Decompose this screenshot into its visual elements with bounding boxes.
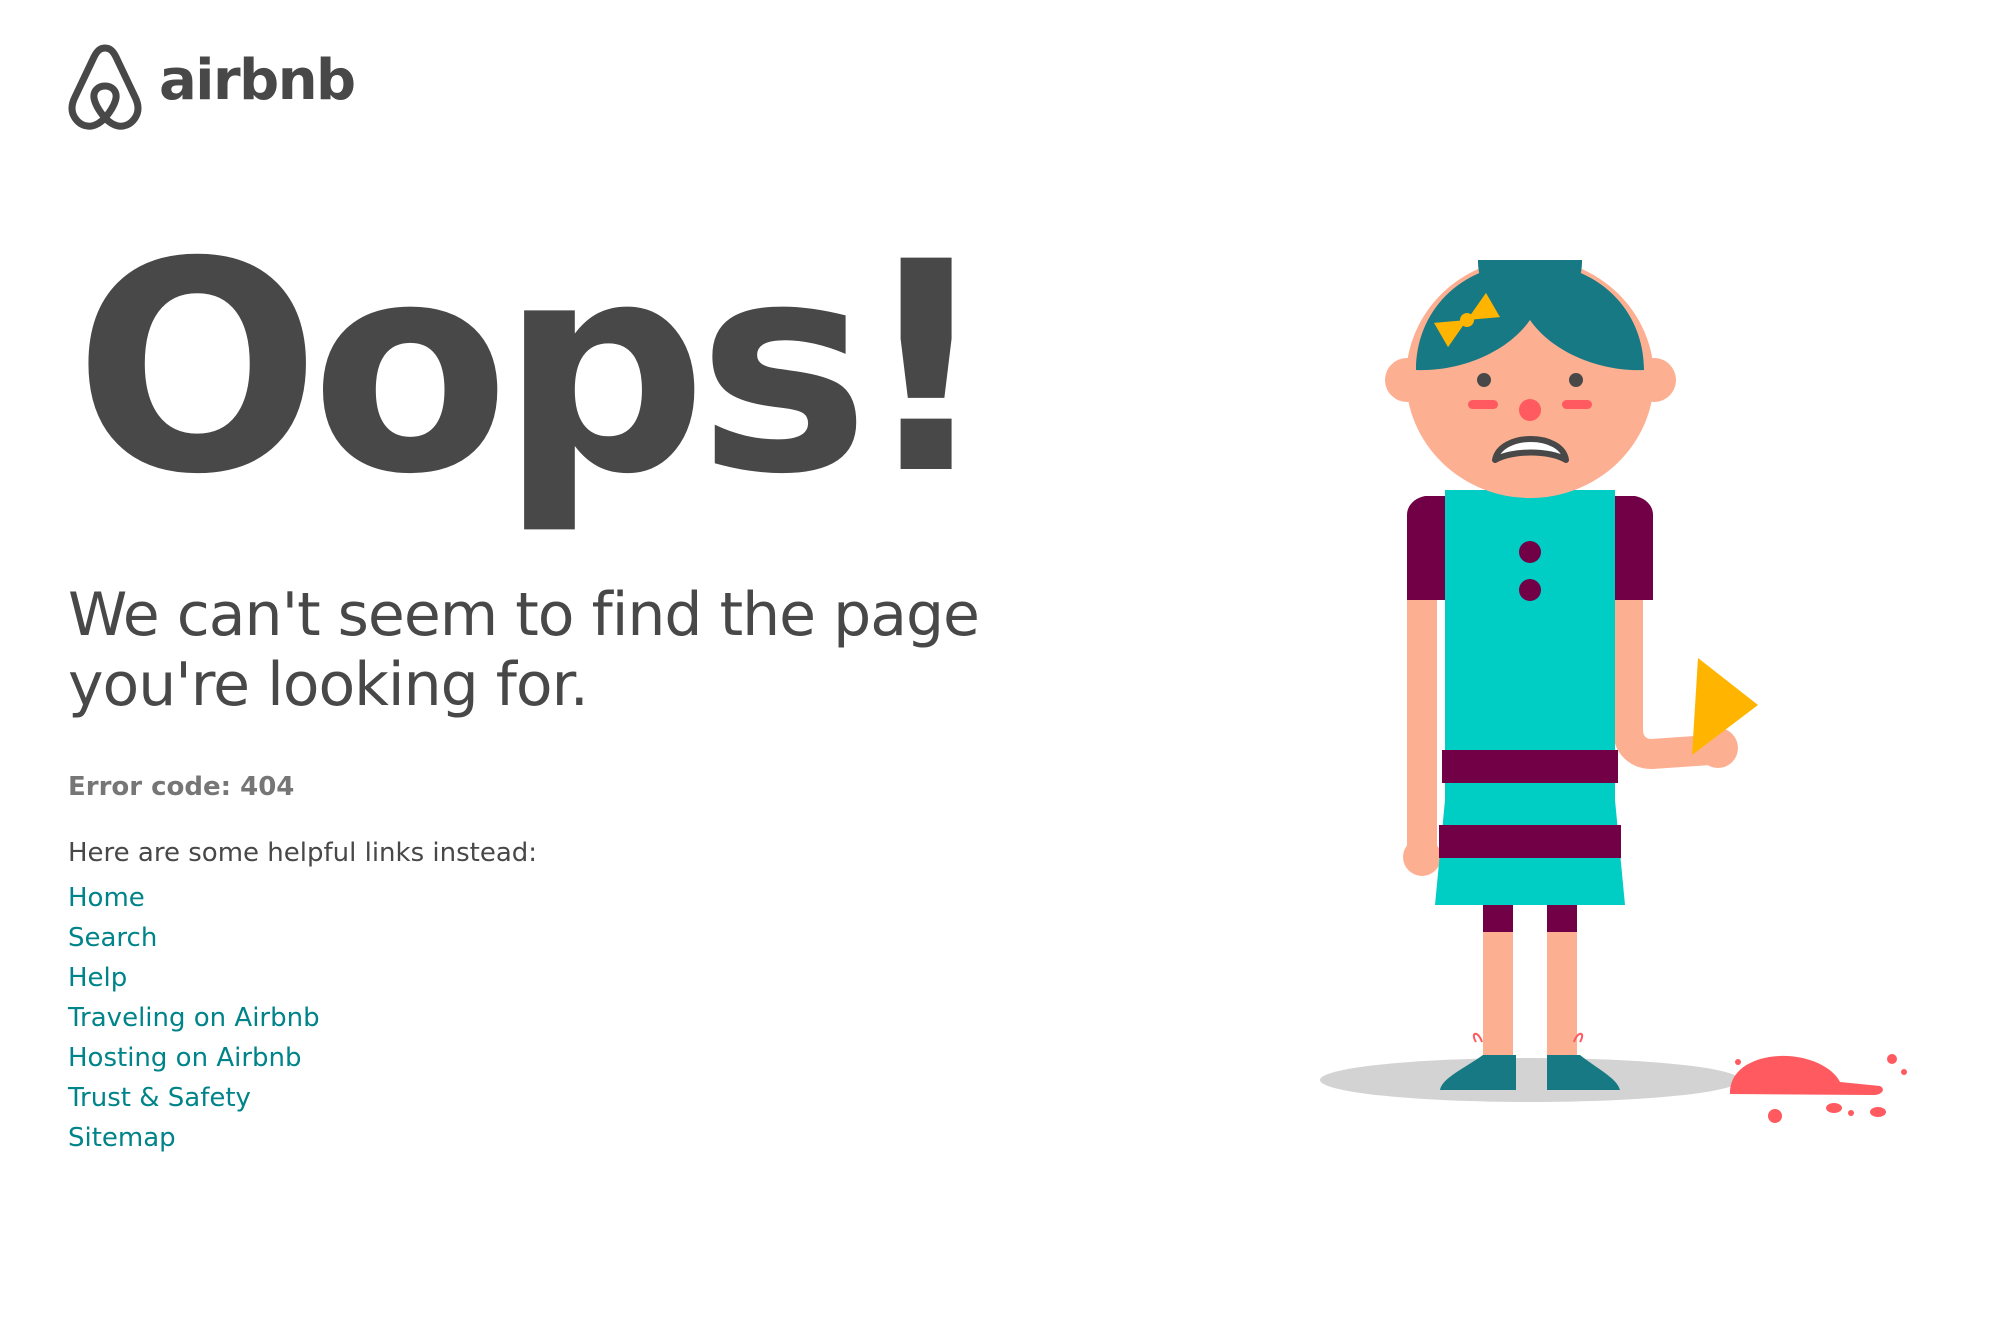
sad-girl-dropped-ice-cream-illustration: [1320, 260, 1907, 1123]
airbnb-belo-icon: [68, 44, 142, 130]
help-link[interactable]: Help: [68, 963, 127, 993]
sitemap-link[interactable]: Sitemap: [68, 1123, 176, 1153]
list-item: Traveling on Airbnb: [68, 998, 320, 1038]
list-item: Search: [68, 918, 320, 958]
list-item: Trust & Safety: [68, 1078, 320, 1118]
trust-and-safety-link[interactable]: Trust & Safety: [68, 1083, 251, 1113]
list-item: Sitemap: [68, 1118, 320, 1158]
nose: [1519, 399, 1541, 421]
left-blush: [1468, 400, 1498, 409]
helpful-links-intro: Here are some helpful links instead:: [68, 838, 538, 868]
dress-button: [1519, 541, 1541, 563]
left-eye: [1477, 373, 1491, 387]
left-arm: [1407, 560, 1437, 860]
dress-button: [1519, 579, 1541, 601]
right-blush: [1562, 400, 1592, 409]
home-link[interactable]: Home: [68, 883, 145, 913]
ice-cream-splat-icon: [1730, 1054, 1907, 1123]
list-item: Hosting on Airbnb: [68, 1038, 320, 1078]
list-item: Help: [68, 958, 320, 998]
error-code: Error code: 404: [68, 772, 295, 802]
helpful-links-list: Home Search Help Traveling on Airbnb Hos…: [68, 878, 320, 1158]
hosting-on-airbnb-link[interactable]: Hosting on Airbnb: [68, 1043, 302, 1073]
traveling-on-airbnb-link[interactable]: Traveling on Airbnb: [68, 1003, 320, 1033]
search-link[interactable]: Search: [68, 923, 157, 953]
page-headline: Oops!: [74, 201, 992, 538]
error-subtitle: We can't seem to find the page you're lo…: [68, 580, 980, 720]
right-eye: [1569, 373, 1583, 387]
list-item: Home: [68, 878, 320, 918]
ground-shadow: [1320, 1058, 1740, 1102]
airbnb-wordmark: airbnb: [159, 48, 356, 113]
airbnb-logo[interactable]: airbnb: [67, 44, 356, 130]
